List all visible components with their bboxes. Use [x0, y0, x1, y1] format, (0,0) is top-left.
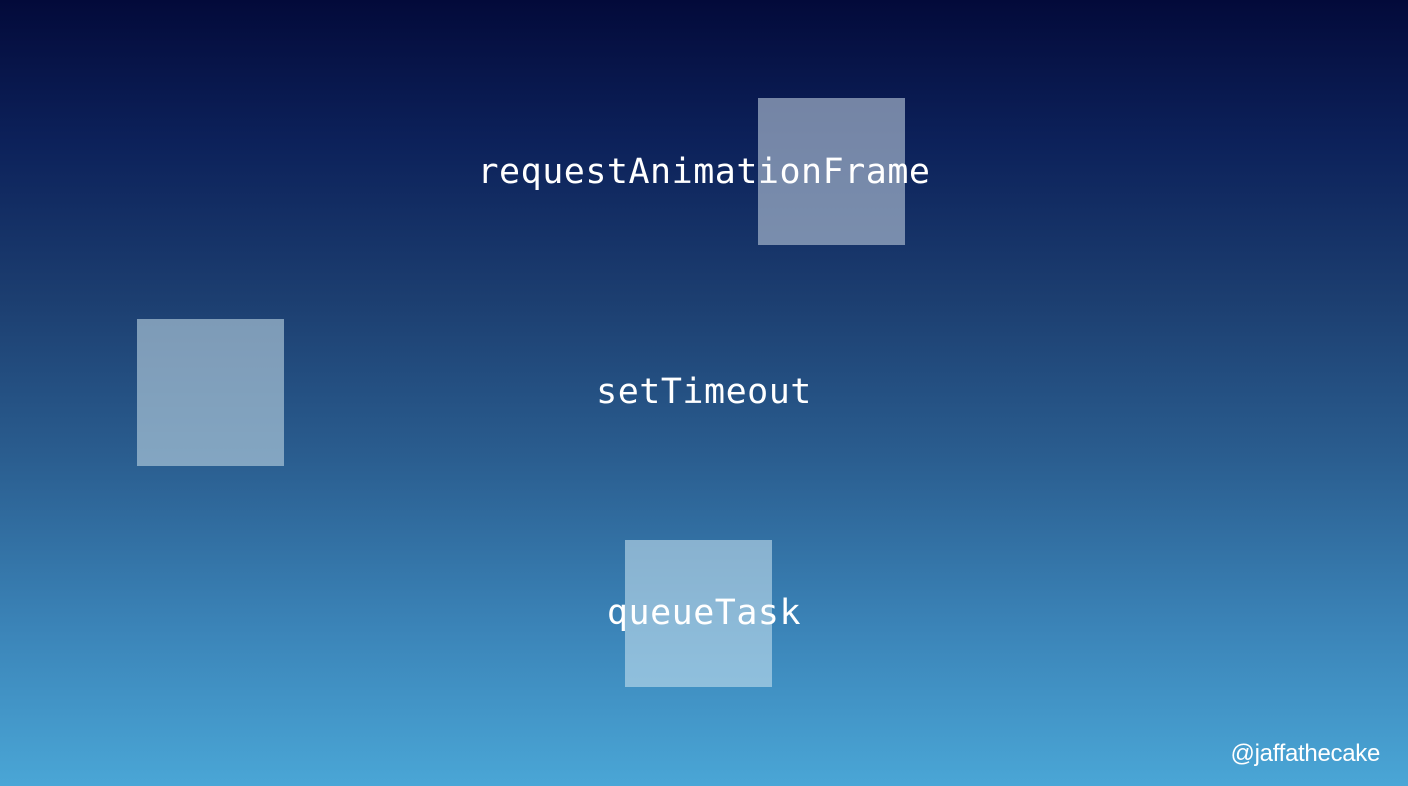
label-queuetask: queueTask: [606, 593, 802, 633]
label-settimeout: setTimeout: [596, 372, 812, 412]
label-request-animation-frame: requestAnimationFrame: [477, 152, 931, 192]
author-handle: @jaffathecake: [1230, 740, 1381, 767]
